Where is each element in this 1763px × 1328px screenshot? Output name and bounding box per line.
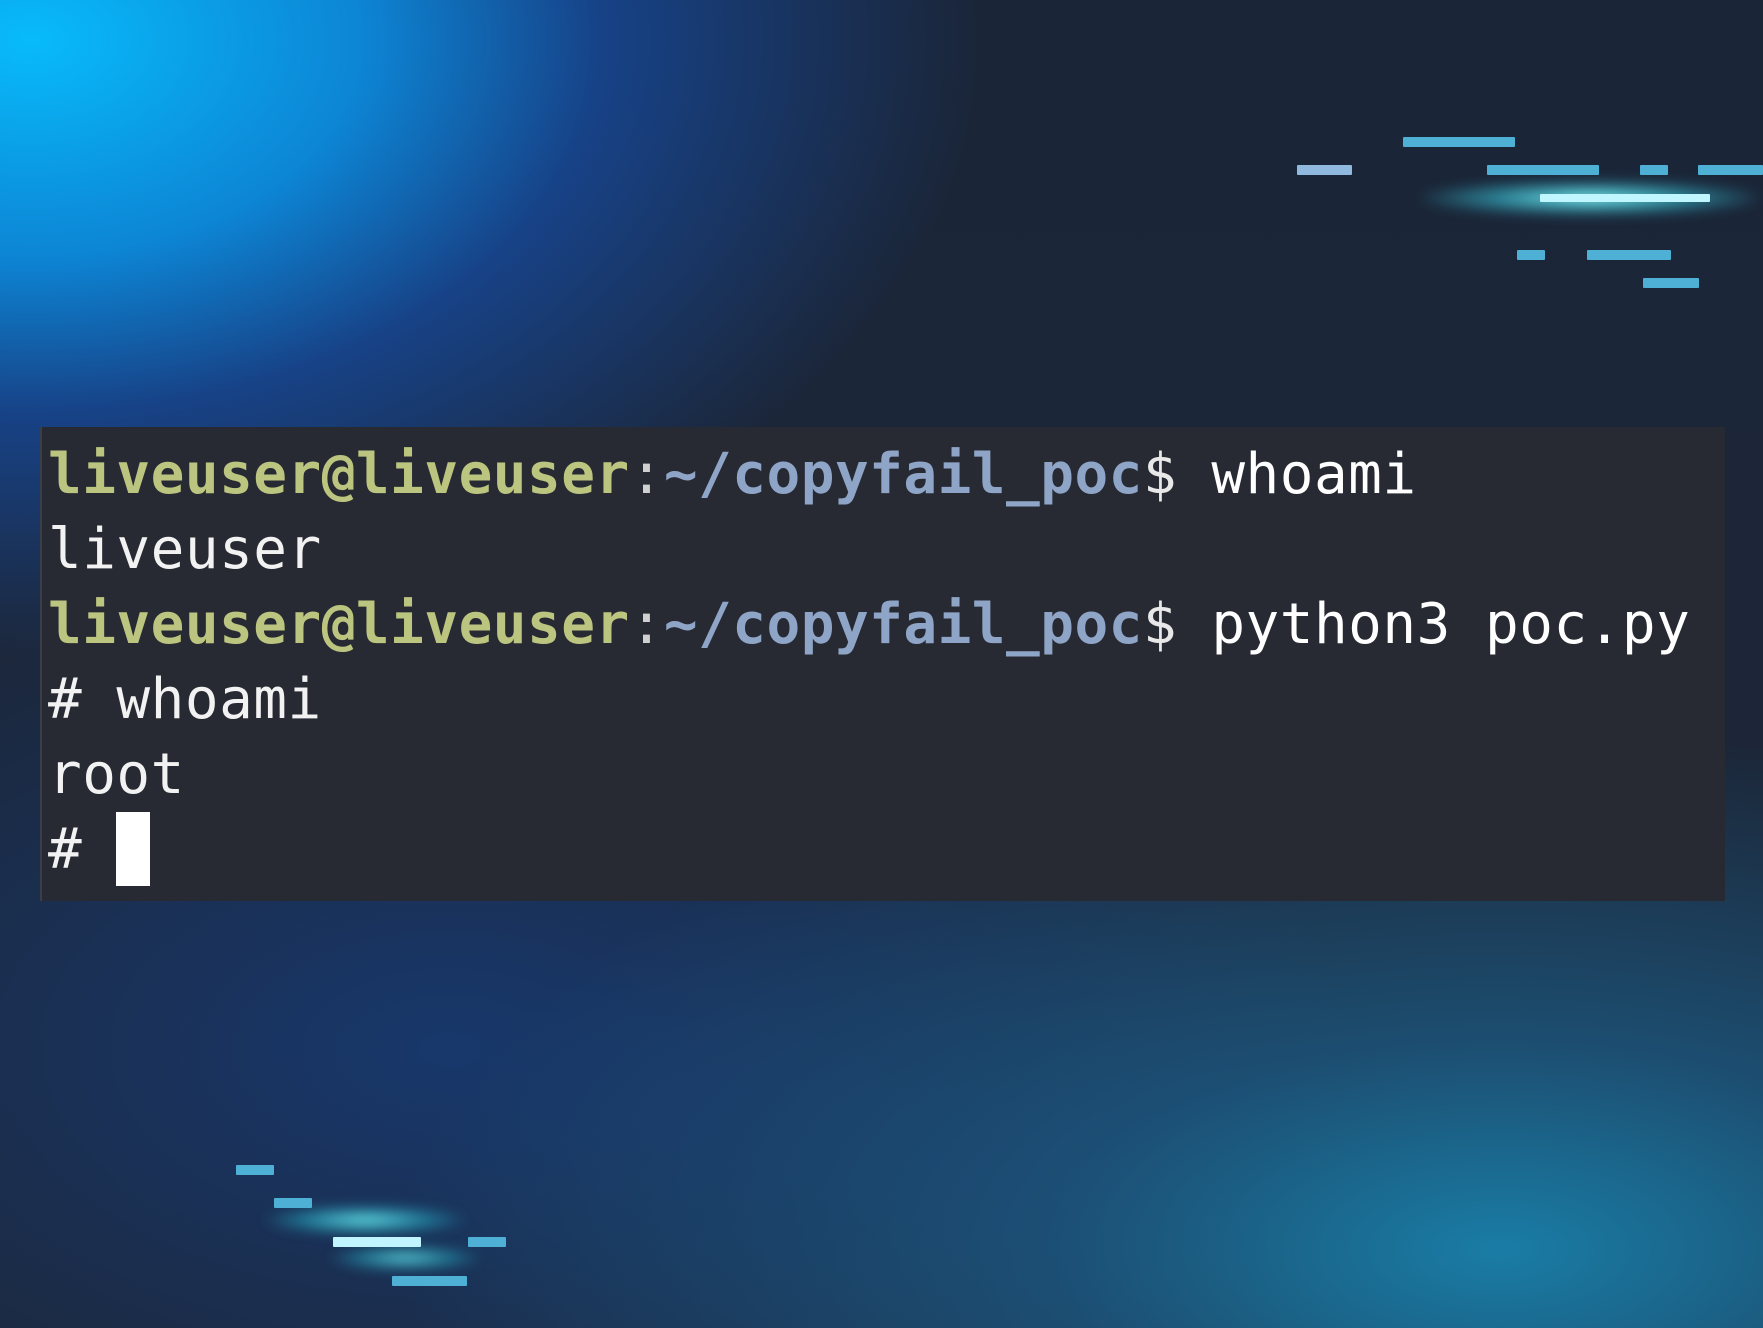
prompt-path: ~/copyfail_poc xyxy=(663,592,1143,657)
terminal-line-6: # xyxy=(48,811,1725,887)
prompt-colon: : xyxy=(629,442,664,507)
prompt-user-host: liveuser@liveuser xyxy=(48,442,630,507)
command-output: root xyxy=(48,742,185,807)
command-text: whoami xyxy=(1177,442,1417,507)
prompt-symbol: $ xyxy=(1142,442,1178,507)
terminal-window[interactable]: liveuser@liveuser:~/copyfail_poc$ whoami… xyxy=(40,427,1725,901)
prompt-path: ~/copyfail_poc xyxy=(663,442,1143,507)
command-text: python3 poc.py xyxy=(1177,592,1691,657)
terminal-cursor[interactable] xyxy=(116,811,151,886)
terminal-line-3: liveuser@liveuser:~/copyfail_poc$ python… xyxy=(48,587,1725,662)
prompt-colon: : xyxy=(629,592,664,657)
command-output: liveuser xyxy=(48,517,322,582)
terminal-line-4: # whoami xyxy=(48,662,1725,737)
prompt-symbol: $ xyxy=(1142,592,1178,657)
prompt-user-host: liveuser@liveuser xyxy=(48,592,630,657)
terminal-line-5: root xyxy=(48,737,1725,812)
terminal-line-2: liveuser xyxy=(48,512,1725,587)
terminal-line-1: liveuser@liveuser:~/copyfail_poc$ whoami xyxy=(48,437,1725,512)
command-output: # whoami xyxy=(48,667,322,732)
root-prompt: # xyxy=(48,817,117,882)
